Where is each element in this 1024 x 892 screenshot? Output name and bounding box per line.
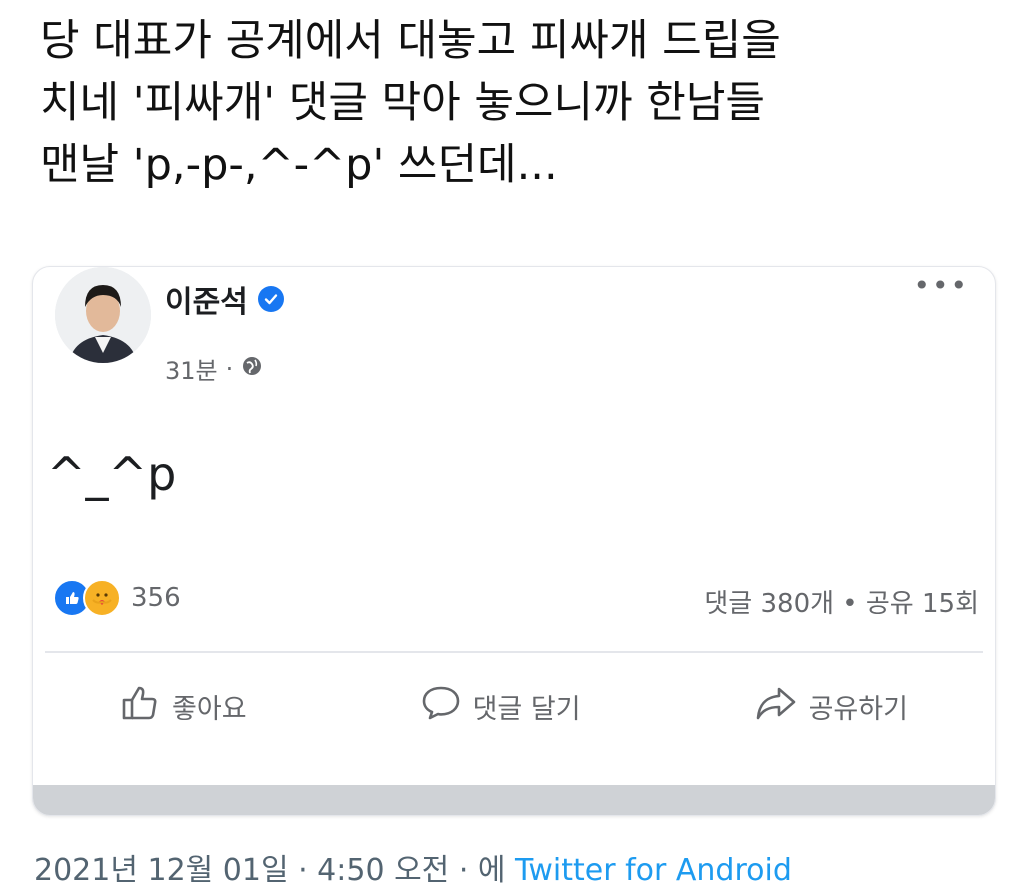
tweet-text: 당 대표가 공계에서 대놓고 피싸개 드립을 치네 '피싸개' 댓글 막아 놓으…	[40, 10, 1000, 196]
comment-bubble-icon	[421, 685, 461, 728]
like-button[interactable]: 좋아요	[120, 685, 247, 728]
tweet-source-link[interactable]: Twitter for Android	[515, 853, 792, 888]
comment-label: 댓글 달기	[472, 693, 581, 725]
card-bottom-bar	[33, 785, 995, 815]
more-options-icon[interactable]: •••	[913, 269, 969, 302]
tweet-date[interactable]: 2021년 12월 01일 · 4:50 오전 · 에	[34, 853, 515, 888]
tweet-line-1: 당 대표가 공계에서 대놓고 피싸개 드립을	[40, 16, 781, 66]
post-actions: 좋아요 댓글 달기 공유하기	[33, 669, 995, 743]
comment-share-stats[interactable]: 댓글 380개 • 공유 15회	[704, 583, 979, 620]
author-name: 이준석	[165, 285, 248, 320]
avatar-portrait-icon	[55, 267, 151, 363]
care-reaction-icon	[83, 579, 121, 617]
comment-button[interactable]: 댓글 달기	[421, 685, 581, 728]
divider	[45, 651, 983, 653]
post-body: ^_^p	[47, 447, 177, 501]
post-meta: 31분 ·	[165, 351, 263, 386]
like-label: 좋아요	[172, 693, 247, 725]
avatar[interactable]	[55, 267, 151, 363]
post-time[interactable]: 31분	[165, 351, 218, 386]
share-button[interactable]: 공유하기	[755, 685, 908, 728]
post-author[interactable]: 이준석	[165, 277, 284, 321]
verified-badge-icon	[257, 286, 284, 312]
reaction-count: 356	[131, 583, 181, 613]
thumbs-up-icon	[120, 685, 160, 728]
globe-icon	[241, 355, 263, 383]
share-label: 공유하기	[808, 693, 908, 725]
meta-separator: ·	[225, 354, 234, 383]
tweet-line-3: 맨날 'p,-p-,^-^p' 쓰던데...	[40, 140, 558, 190]
facebook-post-screenshot: 이준석 31분 · ••• ^_^p 356 댓글 380개 • 공유 15회 …	[32, 266, 996, 816]
reactions-summary[interactable]: 356	[53, 579, 181, 617]
tweet-timestamp: 2021년 12월 01일 · 4:50 오전 · 에 Twitter for …	[34, 845, 792, 889]
share-arrow-icon	[755, 685, 797, 728]
tweet-line-2: 치네 '피싸개' 댓글 막아 놓으니까 한남들	[40, 78, 765, 128]
